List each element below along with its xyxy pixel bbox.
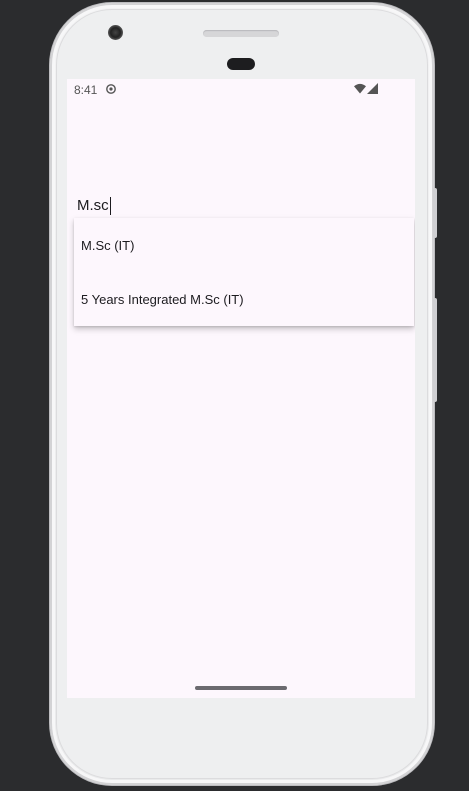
status-bar: 8:41 <box>67 79 415 99</box>
front-camera <box>108 25 123 40</box>
volume-button[interactable] <box>433 298 437 402</box>
suggestion-item[interactable]: 5 Years Integrated M.Sc (IT) <box>74 272 414 326</box>
wifi-icon <box>354 83 366 94</box>
autocomplete-dropdown: M.Sc (IT) 5 Years Integrated M.Sc (IT) <box>74 218 414 326</box>
suggestion-item[interactable]: M.Sc (IT) <box>74 218 414 272</box>
speaker-grille <box>203 30 279 37</box>
text-caret <box>110 197 111 215</box>
device-frame: 8:41 M.Sc (IT) 5 Years Integrated M.Sc (… <box>0 0 469 791</box>
screen: 8:41 M.Sc (IT) 5 Years Integrated M.Sc (… <box>67 79 415 698</box>
cell-signal-icon <box>367 83 378 94</box>
power-button[interactable] <box>433 188 437 238</box>
suggestion-label: 5 Years Integrated M.Sc (IT) <box>81 291 244 307</box>
search-field[interactable] <box>77 190 412 219</box>
debug-notification-icon <box>106 84 116 94</box>
proximity-sensor <box>227 58 255 70</box>
search-input[interactable] <box>77 194 412 218</box>
status-time: 8:41 <box>74 83 98 97</box>
suggestion-label: M.Sc (IT) <box>81 237 135 253</box>
home-indicator[interactable] <box>195 686 287 690</box>
